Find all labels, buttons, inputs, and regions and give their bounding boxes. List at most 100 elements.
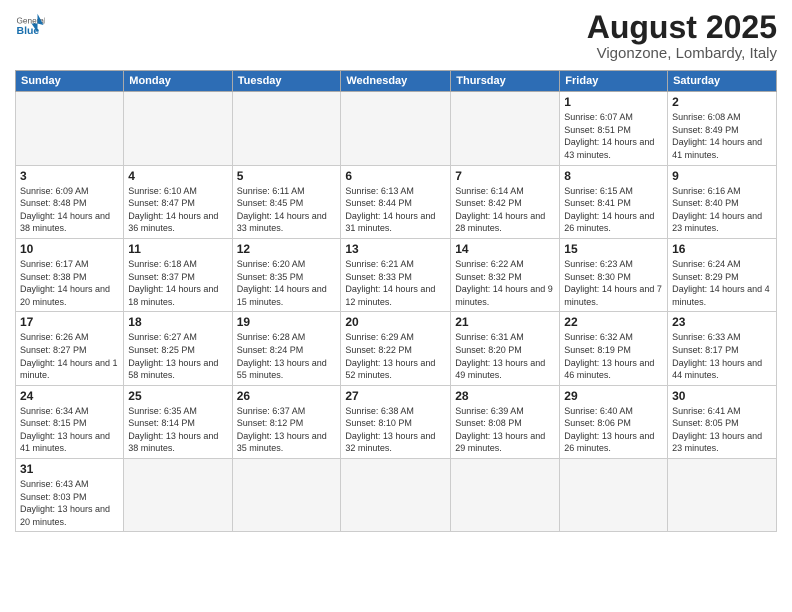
day-number: 29: [564, 389, 663, 403]
day-info: Sunrise: 6:16 AM Sunset: 8:40 PM Dayligh…: [672, 185, 772, 235]
calendar-week-5: 31Sunrise: 6:43 AM Sunset: 8:03 PM Dayli…: [16, 459, 777, 532]
day-number: 31: [20, 462, 119, 476]
weekday-header-row: Sunday Monday Tuesday Wednesday Thursday…: [16, 71, 777, 92]
calendar-cell: 26 Sunrise: 6:37 AM Sunset: 8:12 PM Dayli…: [232, 385, 341, 458]
calendar-cell: 2 Sunrise: 6:08 AM Sunset: 8:49 PM Daylig…: [668, 92, 777, 165]
calendar-cell: 23 Sunrise: 6:33 AM Sunset: 8:17 PM Dayli…: [668, 312, 777, 385]
day-number: 26: [237, 389, 337, 403]
calendar-week-2: 10Sunrise: 6:17 AM Sunset: 8:38 PM Dayli…: [16, 238, 777, 311]
header-sunday: Sunday: [16, 71, 124, 92]
day-number: 12: [237, 242, 337, 256]
calendar-cell: 25 Sunrise: 6:35 AM Sunset: 8:14 PM Dayli…: [124, 385, 232, 458]
logo-icon: General Blue: [15, 10, 45, 40]
day-info: Sunrise: 6:10 AM Sunset: 8:47 PM Dayligh…: [128, 185, 227, 235]
calendar-cell: 3 Sunrise: 6:09 AM Sunset: 8:48 PM Daylig…: [16, 165, 124, 238]
day-number: 23: [672, 315, 772, 329]
day-info: Sunrise: 6:29 AM Sunset: 8:22 PM Dayligh…: [345, 331, 446, 381]
calendar-cell: 29 Sunrise: 6:40 AM Sunset: 8:06 PM Dayli…: [560, 385, 668, 458]
day-number: 3: [20, 169, 119, 183]
calendar-cell: 30Sunrise: 6:41 AM Sunset: 8:05 PM Dayli…: [668, 385, 777, 458]
calendar-cell: 12 Sunrise: 6:20 AM Sunset: 8:35 PM Dayli…: [232, 238, 341, 311]
day-number: 24: [20, 389, 119, 403]
calendar-cell: 19Sunrise: 6:28 AM Sunset: 8:24 PM Dayli…: [232, 312, 341, 385]
day-info: Sunrise: 6:22 AM Sunset: 8:32 PM Dayligh…: [455, 258, 555, 308]
header: General Blue August 2025 Vigonzone, Lomb…: [15, 10, 777, 62]
page-title: August 2025: [587, 10, 777, 45]
calendar-cell: 31Sunrise: 6:43 AM Sunset: 8:03 PM Dayli…: [16, 459, 124, 532]
day-info: Sunrise: 6:32 AM Sunset: 8:19 PM Dayligh…: [564, 331, 663, 381]
calendar-week-0: 1 Sunrise: 6:07 AM Sunset: 8:51 PM Daylig…: [16, 92, 777, 165]
header-tuesday: Tuesday: [232, 71, 341, 92]
day-number: 13: [345, 242, 446, 256]
day-info: Sunrise: 6:11 AM Sunset: 8:45 PM Dayligh…: [237, 185, 337, 235]
header-friday: Friday: [560, 71, 668, 92]
day-info: Sunrise: 6:41 AM Sunset: 8:05 PM Dayligh…: [672, 405, 772, 455]
day-number: 14: [455, 242, 555, 256]
day-number: 28: [455, 389, 555, 403]
calendar-cell: [451, 459, 560, 532]
day-number: 2: [672, 95, 772, 109]
calendar-cell: 11Sunrise: 6:18 AM Sunset: 8:37 PM Dayli…: [124, 238, 232, 311]
day-info: Sunrise: 6:33 AM Sunset: 8:17 PM Dayligh…: [672, 331, 772, 381]
day-info: Sunrise: 6:35 AM Sunset: 8:14 PM Dayligh…: [128, 405, 227, 455]
day-info: Sunrise: 6:15 AM Sunset: 8:41 PM Dayligh…: [564, 185, 663, 235]
day-info: Sunrise: 6:09 AM Sunset: 8:48 PM Dayligh…: [20, 185, 119, 235]
calendar-cell: 15Sunrise: 6:23 AM Sunset: 8:30 PM Dayli…: [560, 238, 668, 311]
calendar-cell: [451, 92, 560, 165]
calendar-cell: [124, 92, 232, 165]
calendar-cell: [668, 459, 777, 532]
day-number: 8: [564, 169, 663, 183]
calendar-cell: 10Sunrise: 6:17 AM Sunset: 8:38 PM Dayli…: [16, 238, 124, 311]
header-saturday: Saturday: [668, 71, 777, 92]
calendar-cell: [232, 92, 341, 165]
header-monday: Monday: [124, 71, 232, 92]
calendar-cell: 1 Sunrise: 6:07 AM Sunset: 8:51 PM Daylig…: [560, 92, 668, 165]
day-number: 21: [455, 315, 555, 329]
day-number: 22: [564, 315, 663, 329]
day-number: 25: [128, 389, 227, 403]
calendar-cell: 27Sunrise: 6:38 AM Sunset: 8:10 PM Dayli…: [341, 385, 451, 458]
calendar-cell: [560, 459, 668, 532]
day-number: 17: [20, 315, 119, 329]
day-number: 18: [128, 315, 227, 329]
calendar-cell: 4Sunrise: 6:10 AM Sunset: 8:47 PM Daylig…: [124, 165, 232, 238]
header-wednesday: Wednesday: [341, 71, 451, 92]
day-info: Sunrise: 6:31 AM Sunset: 8:20 PM Dayligh…: [455, 331, 555, 381]
day-info: Sunrise: 6:39 AM Sunset: 8:08 PM Dayligh…: [455, 405, 555, 455]
day-info: Sunrise: 6:23 AM Sunset: 8:30 PM Dayligh…: [564, 258, 663, 308]
calendar-cell: 20Sunrise: 6:29 AM Sunset: 8:22 PM Dayli…: [341, 312, 451, 385]
day-info: Sunrise: 6:26 AM Sunset: 8:27 PM Dayligh…: [20, 331, 119, 381]
day-info: Sunrise: 6:24 AM Sunset: 8:29 PM Dayligh…: [672, 258, 772, 308]
day-number: 9: [672, 169, 772, 183]
day-info: Sunrise: 6:17 AM Sunset: 8:38 PM Dayligh…: [20, 258, 119, 308]
calendar-week-3: 17 Sunrise: 6:26 AM Sunset: 8:27 PM Dayli…: [16, 312, 777, 385]
day-info: Sunrise: 6:20 AM Sunset: 8:35 PM Dayligh…: [237, 258, 337, 308]
day-info: Sunrise: 6:08 AM Sunset: 8:49 PM Dayligh…: [672, 111, 772, 161]
day-number: 1: [564, 95, 663, 109]
logo: General Blue: [15, 10, 45, 40]
day-info: Sunrise: 6:18 AM Sunset: 8:37 PM Dayligh…: [128, 258, 227, 308]
day-info: Sunrise: 6:13 AM Sunset: 8:44 PM Dayligh…: [345, 185, 446, 235]
calendar-cell: [232, 459, 341, 532]
calendar-week-4: 24 Sunrise: 6:34 AM Sunset: 8:15 PM Dayli…: [16, 385, 777, 458]
day-number: 16: [672, 242, 772, 256]
calendar-cell: 21 Sunrise: 6:31 AM Sunset: 8:20 PM Dayli…: [451, 312, 560, 385]
calendar-cell: 16 Sunrise: 6:24 AM Sunset: 8:29 PM Dayli…: [668, 238, 777, 311]
day-info: Sunrise: 6:34 AM Sunset: 8:15 PM Dayligh…: [20, 405, 119, 455]
calendar-cell: [341, 459, 451, 532]
day-info: Sunrise: 6:07 AM Sunset: 8:51 PM Dayligh…: [564, 111, 663, 161]
calendar: Sunday Monday Tuesday Wednesday Thursday…: [15, 70, 777, 532]
header-thursday: Thursday: [451, 71, 560, 92]
calendar-cell: 24 Sunrise: 6:34 AM Sunset: 8:15 PM Dayli…: [16, 385, 124, 458]
day-info: Sunrise: 6:37 AM Sunset: 8:12 PM Dayligh…: [237, 405, 337, 455]
calendar-cell: 22 Sunrise: 6:32 AM Sunset: 8:19 PM Dayli…: [560, 312, 668, 385]
calendar-cell: [124, 459, 232, 532]
calendar-cell: 6 Sunrise: 6:13 AM Sunset: 8:44 PM Daylig…: [341, 165, 451, 238]
day-number: 19: [237, 315, 337, 329]
day-number: 27: [345, 389, 446, 403]
day-number: 6: [345, 169, 446, 183]
day-info: Sunrise: 6:40 AM Sunset: 8:06 PM Dayligh…: [564, 405, 663, 455]
day-number: 5: [237, 169, 337, 183]
calendar-cell: 14 Sunrise: 6:22 AM Sunset: 8:32 PM Dayli…: [451, 238, 560, 311]
calendar-cell: 9 Sunrise: 6:16 AM Sunset: 8:40 PM Daylig…: [668, 165, 777, 238]
